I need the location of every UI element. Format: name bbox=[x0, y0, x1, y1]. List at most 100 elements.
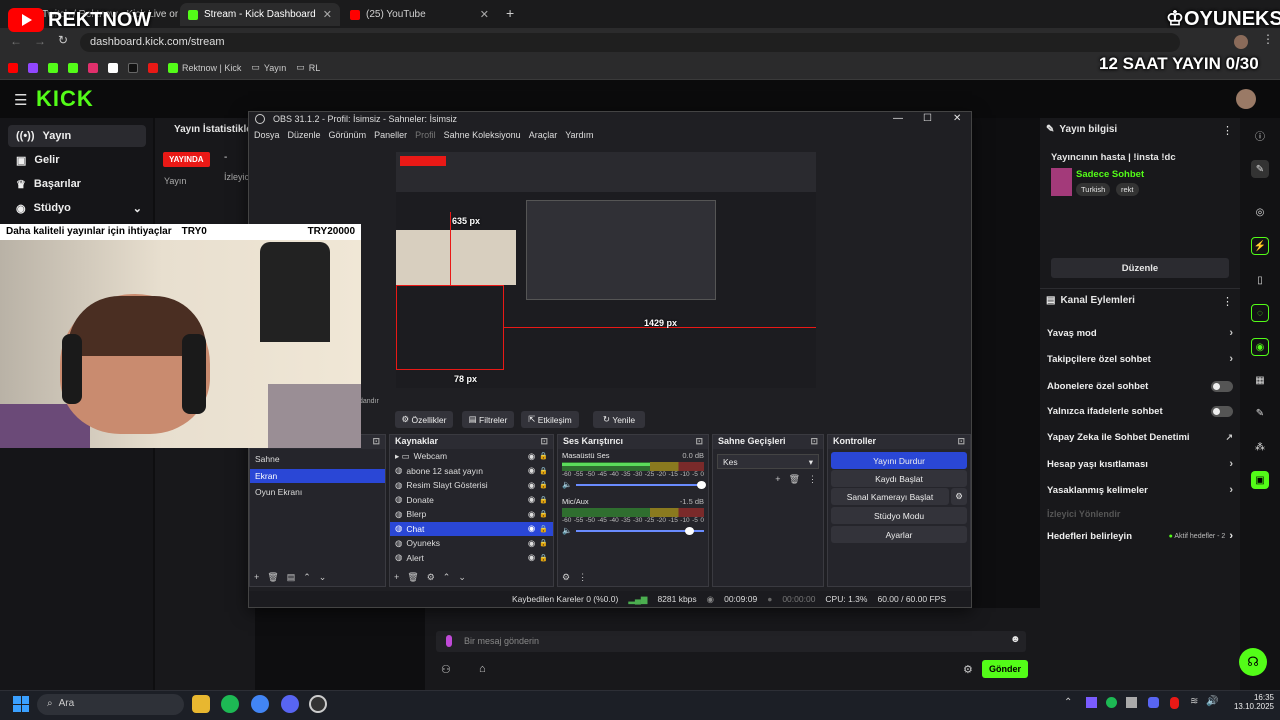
bookmark-folder-rl[interactable]: ▭ RL bbox=[296, 62, 320, 73]
chevron-up-icon[interactable]: ⌃ bbox=[443, 572, 451, 583]
source-item[interactable]: ◍ Oyuneks ◉ 🔒 bbox=[390, 536, 553, 551]
sidebar-item-studyo[interactable]: ◉ Stüdyo ⌄ bbox=[8, 197, 146, 219]
dock-float-icon[interactable]: ⊡ bbox=[372, 436, 380, 448]
action-ai-moderation[interactable]: Yapay Zeka ile Sohbet Denetimi ↗ bbox=[1047, 428, 1233, 446]
chrome-icon[interactable] bbox=[251, 695, 269, 713]
start-virtual-camera-button[interactable]: Sanal Kamerayı Başlat bbox=[831, 488, 949, 505]
kick-logo[interactable]: KICK bbox=[36, 86, 94, 112]
bookmark-icon[interactable] bbox=[148, 62, 158, 73]
user-avatar[interactable] bbox=[1236, 89, 1256, 109]
more-options-icon[interactable]: ⋮ bbox=[1222, 124, 1233, 137]
visibility-eye-icon[interactable]: ◉ bbox=[528, 552, 535, 563]
info-icon[interactable]: ⓘ bbox=[1251, 126, 1269, 144]
lock-icon[interactable]: 🔒 bbox=[539, 452, 548, 460]
dock-float-icon[interactable]: ⊡ bbox=[695, 436, 703, 448]
chevron-down-icon[interactable]: ⌄ bbox=[319, 572, 327, 583]
broadcast-icon[interactable]: ◉ bbox=[1251, 338, 1269, 356]
tab-youtube[interactable]: (25) YouTube ✕ bbox=[342, 3, 497, 26]
layout-icon[interactable]: ▦ bbox=[1251, 371, 1269, 389]
visibility-eye-icon[interactable]: ◉ bbox=[528, 480, 535, 491]
settings-button[interactable]: Ayarlar bbox=[831, 526, 967, 543]
action-subscribers-only[interactable]: Abonelere özel sohbet bbox=[1047, 377, 1233, 395]
start-recording-button[interactable]: Kaydı Başlat bbox=[831, 470, 967, 487]
lightning-icon[interactable]: ⚡ bbox=[1251, 237, 1269, 255]
source-item[interactable]: ◍ Blerp ◉ 🔒 bbox=[390, 507, 553, 522]
close-icon[interactable]: ✕ bbox=[480, 8, 489, 21]
visibility-eye-icon[interactable]: ◉ bbox=[528, 538, 535, 549]
bookmark-folder-yayin[interactable]: ▭ Yayın bbox=[251, 62, 286, 73]
new-tab-button[interactable]: + bbox=[506, 5, 514, 21]
chevron-up-icon[interactable]: ⌃ bbox=[1064, 697, 1072, 708]
source-item[interactable]: ◍ abone 12 saat yayın ◉ 🔒 bbox=[390, 464, 553, 479]
reload-icon[interactable]: ↻ bbox=[58, 33, 68, 47]
lock-icon[interactable]: 🔒 bbox=[539, 467, 548, 475]
settings-gear-icon[interactable]: ⚙ bbox=[963, 663, 973, 676]
tiktok-icon[interactable] bbox=[128, 62, 138, 73]
visibility-eye-icon[interactable]: ◉ bbox=[528, 465, 535, 476]
refresh-button[interactable]: ↻ Yenile bbox=[593, 411, 645, 428]
tray-discord-icon[interactable] bbox=[1148, 697, 1159, 708]
menu-araclar[interactable]: Araçlar bbox=[529, 130, 558, 144]
slider-thumb[interactable] bbox=[697, 480, 706, 489]
interact-button[interactable]: ⇱ Etkileşim bbox=[521, 411, 579, 428]
obs-taskbar-icon[interactable] bbox=[309, 695, 327, 713]
gear-icon[interactable]: ⚙ bbox=[427, 572, 435, 583]
wifi-icon[interactable]: ≋ bbox=[1190, 696, 1198, 707]
dock-float-icon[interactable]: ⊡ bbox=[810, 436, 818, 448]
clock[interactable]: 16:35 13.10.2025 bbox=[1228, 693, 1274, 711]
action-banned-words[interactable]: Yasaklanmış kelimeler › bbox=[1047, 481, 1233, 499]
forward-icon[interactable]: → bbox=[34, 34, 46, 48]
chevron-down-icon[interactable]: ⌄ bbox=[458, 572, 466, 583]
menu-duzenle[interactable]: Düzenle bbox=[288, 130, 321, 144]
menu-profil[interactable]: Profil bbox=[415, 130, 436, 144]
youtube-icon[interactable] bbox=[8, 62, 18, 73]
stop-stream-button[interactable]: Yayını Durdur bbox=[831, 452, 967, 469]
filter-icon[interactable]: ▤ bbox=[287, 572, 296, 583]
sidebar-item-yayin[interactable]: ((•)) Yayın bbox=[8, 125, 146, 147]
more-options-icon[interactable]: ⋮ bbox=[578, 572, 587, 583]
add-icon[interactable]: + bbox=[254, 572, 259, 583]
document-icon[interactable]: ▯ bbox=[1251, 271, 1269, 289]
filters-button[interactable]: ▤ Filtreler bbox=[462, 411, 514, 428]
lock-icon[interactable]: 🔒 bbox=[539, 510, 548, 518]
obs-preview[interactable]: 635 px 1429 px 78 px bbox=[396, 152, 816, 388]
support-icon[interactable]: ☊ bbox=[1239, 648, 1267, 676]
store-icon[interactable]: ⌂ bbox=[479, 663, 486, 675]
speaker-icon[interactable]: 🔈 bbox=[562, 526, 572, 535]
twitch-icon[interactable] bbox=[28, 62, 38, 73]
maximize-icon[interactable]: ☐ bbox=[923, 113, 932, 124]
menu-gorunum[interactable]: Görünüm bbox=[329, 130, 367, 144]
wrench-icon[interactable]: ✎ bbox=[1251, 404, 1269, 422]
tray-spotify-icon[interactable] bbox=[1106, 697, 1117, 708]
gear-icon[interactable]: ⚙ bbox=[562, 572, 570, 583]
add-icon[interactable]: + bbox=[775, 474, 780, 485]
visibility-eye-icon[interactable]: ◉ bbox=[528, 494, 535, 505]
sidebar-item-gelir[interactable]: ▣ Gelir bbox=[8, 149, 146, 171]
send-button[interactable]: Gönder bbox=[982, 660, 1028, 678]
lock-icon[interactable]: 🔒 bbox=[539, 539, 548, 547]
scene-item[interactable]: Oyun Ekranı bbox=[250, 485, 385, 500]
scene-item[interactable]: Sahne bbox=[250, 452, 385, 467]
kick-icon[interactable] bbox=[48, 62, 58, 73]
tab-kick-dashboard[interactable]: Stream - Kick Dashboard ✕ bbox=[180, 3, 340, 26]
visibility-eye-icon[interactable]: ◉ bbox=[528, 509, 535, 520]
pencil-icon[interactable]: ✎ bbox=[1251, 160, 1269, 178]
source-item-selected[interactable]: ◍ Chat ◉ 🔒 bbox=[390, 521, 553, 536]
bookmark-icon[interactable] bbox=[68, 62, 78, 73]
sidebar-item-basarilar[interactable]: ♛ Başarılar bbox=[8, 173, 146, 195]
emoji-icon[interactable]: ☻ bbox=[1010, 634, 1021, 645]
profile-avatar[interactable] bbox=[1234, 35, 1248, 49]
instagram-icon[interactable] bbox=[88, 62, 98, 73]
menu-dosya[interactable]: Dosya bbox=[254, 130, 280, 144]
dock-float-icon[interactable]: ⊡ bbox=[957, 436, 965, 448]
taskbar-search[interactable]: ⌕ Ara bbox=[37, 694, 184, 715]
subscribers-only-toggle[interactable] bbox=[1211, 380, 1233, 392]
url-input[interactable]: dashboard.kick.com/stream bbox=[80, 33, 1180, 52]
minimize-icon[interactable]: — bbox=[893, 113, 903, 124]
action-set-goals[interactable]: Hedefleri belirleyin ● Aktif hedefler - 2… bbox=[1047, 527, 1233, 545]
lock-icon[interactable]: 🔒 bbox=[539, 554, 548, 562]
app-icon[interactable]: ▣ bbox=[1251, 471, 1269, 489]
volume-slider[interactable] bbox=[575, 526, 704, 535]
volume-slider[interactable] bbox=[575, 480, 706, 489]
hamburger-menu-icon[interactable]: ☰ bbox=[14, 91, 27, 109]
